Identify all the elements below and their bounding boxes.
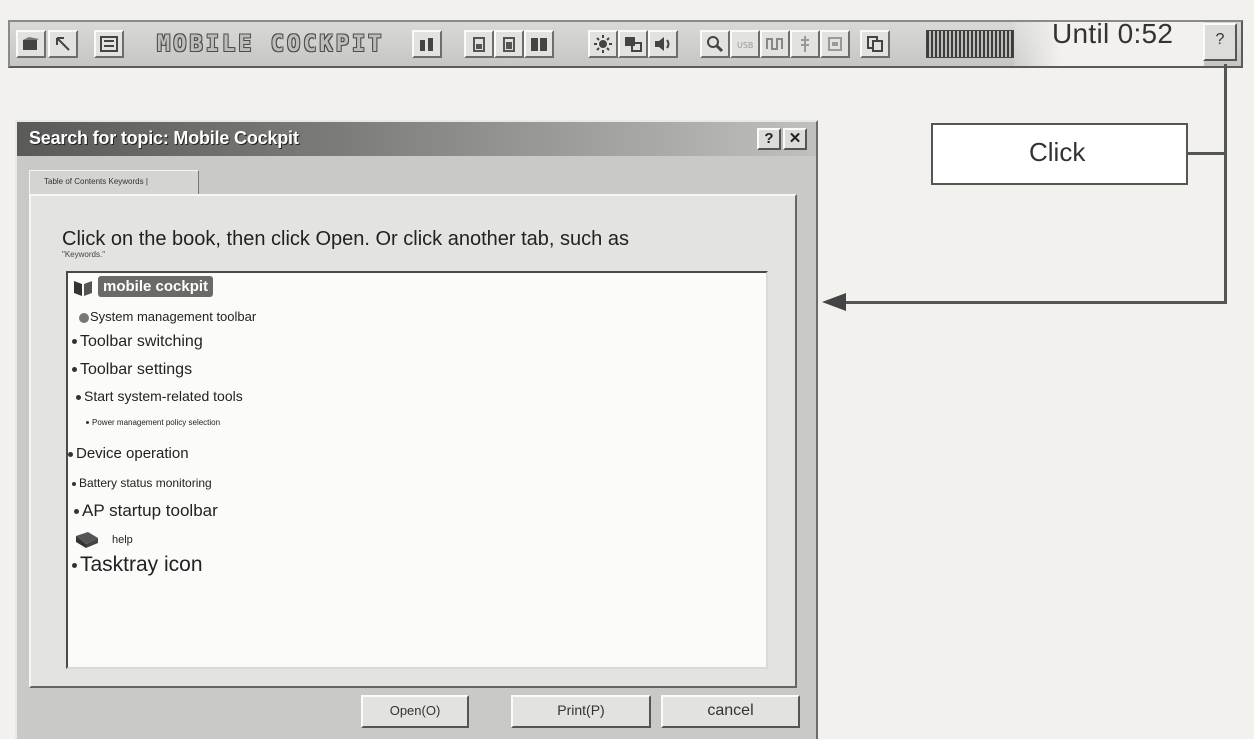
app-title: MOBILE COCKPIT	[157, 32, 385, 57]
search-icon[interactable]	[700, 30, 730, 58]
bullet-icon	[72, 339, 77, 345]
tree-item[interactable]: Power management policy selection	[86, 418, 220, 427]
cancel-button[interactable]: cancel	[661, 695, 800, 728]
battery-b-icon[interactable]	[494, 30, 524, 58]
tree-item[interactable]: AP startup toolbar	[74, 501, 218, 521]
callout-leader-horizontal	[1188, 152, 1226, 155]
until-time-label: Until 0:52	[1052, 18, 1174, 49]
wave-icon[interactable]	[760, 30, 790, 58]
callout-text: Click	[1029, 137, 1086, 167]
open-book-icon	[74, 281, 92, 296]
bullet-icon	[72, 481, 76, 486]
click-callout: Click	[931, 123, 1188, 185]
copy-icon[interactable]	[860, 30, 890, 58]
display-icon[interactable]	[618, 30, 648, 58]
bullet-icon	[76, 394, 81, 400]
svg-text:USB: USB	[737, 41, 753, 50]
dialog-titlebar[interactable]: Search for topic: Mobile Cockpit ? ✕	[17, 122, 816, 156]
battery-icon[interactable]	[412, 30, 442, 58]
instruction-text: Click on the book, then click Open. Or c…	[62, 228, 629, 250]
bullet-icon	[74, 509, 79, 515]
bullet-icon	[68, 451, 73, 457]
callout-arrow-line	[845, 301, 1227, 304]
topic-icon	[79, 312, 89, 323]
dialog-close-button[interactable]: ✕	[783, 128, 807, 150]
bullet-icon	[72, 367, 77, 373]
tree-item[interactable]: Tasktray icon	[72, 553, 203, 577]
callout-arrowhead	[822, 293, 846, 311]
battery-a-icon[interactable]	[464, 30, 494, 58]
tree-item[interactable]: Battery status monitoring	[72, 476, 212, 490]
tree-item[interactable]: Toolbar settings	[72, 361, 192, 379]
tree-item[interactable]: help	[74, 530, 133, 550]
pointer-icon[interactable]	[48, 30, 78, 58]
keywords-note: "Keywords."	[62, 250, 106, 259]
tower-icon[interactable]	[790, 30, 820, 58]
callout-leader-vertical	[1224, 64, 1227, 304]
card-icon[interactable]	[820, 30, 850, 58]
battery-c-icon[interactable]	[524, 30, 554, 58]
tree-item[interactable]: Device operation	[68, 445, 189, 462]
settings-icon[interactable]	[94, 30, 124, 58]
closed-book-icon	[76, 532, 98, 548]
bullet-icon	[86, 421, 89, 425]
dialog-title: Search for topic: Mobile Cockpit	[29, 128, 299, 148]
open-button[interactable]: Open(O)	[361, 695, 469, 728]
brightness-icon[interactable]	[588, 30, 618, 58]
tree-item[interactable]: Start system-related tools	[76, 388, 243, 404]
tree-root-label: mobile cockpit	[98, 276, 214, 297]
clock-display	[926, 30, 1014, 58]
mobile-cockpit-icon[interactable]	[16, 30, 46, 58]
speaker-icon[interactable]	[648, 30, 678, 58]
tree-item[interactable]: Toolbar switching	[72, 333, 203, 351]
tree-item[interactable]: System management toolbar	[78, 309, 256, 324]
tab-table-of-contents[interactable]: Table of Contents Keywords |	[29, 170, 199, 194]
print-button[interactable]: Print(P)	[511, 695, 651, 728]
help-button[interactable]: ?	[1203, 23, 1237, 61]
topics-tree[interactable]	[66, 271, 768, 669]
usb-icon[interactable]: USB	[730, 30, 760, 58]
bullet-icon	[72, 562, 77, 568]
dialog-help-button[interactable]: ?	[757, 128, 781, 150]
